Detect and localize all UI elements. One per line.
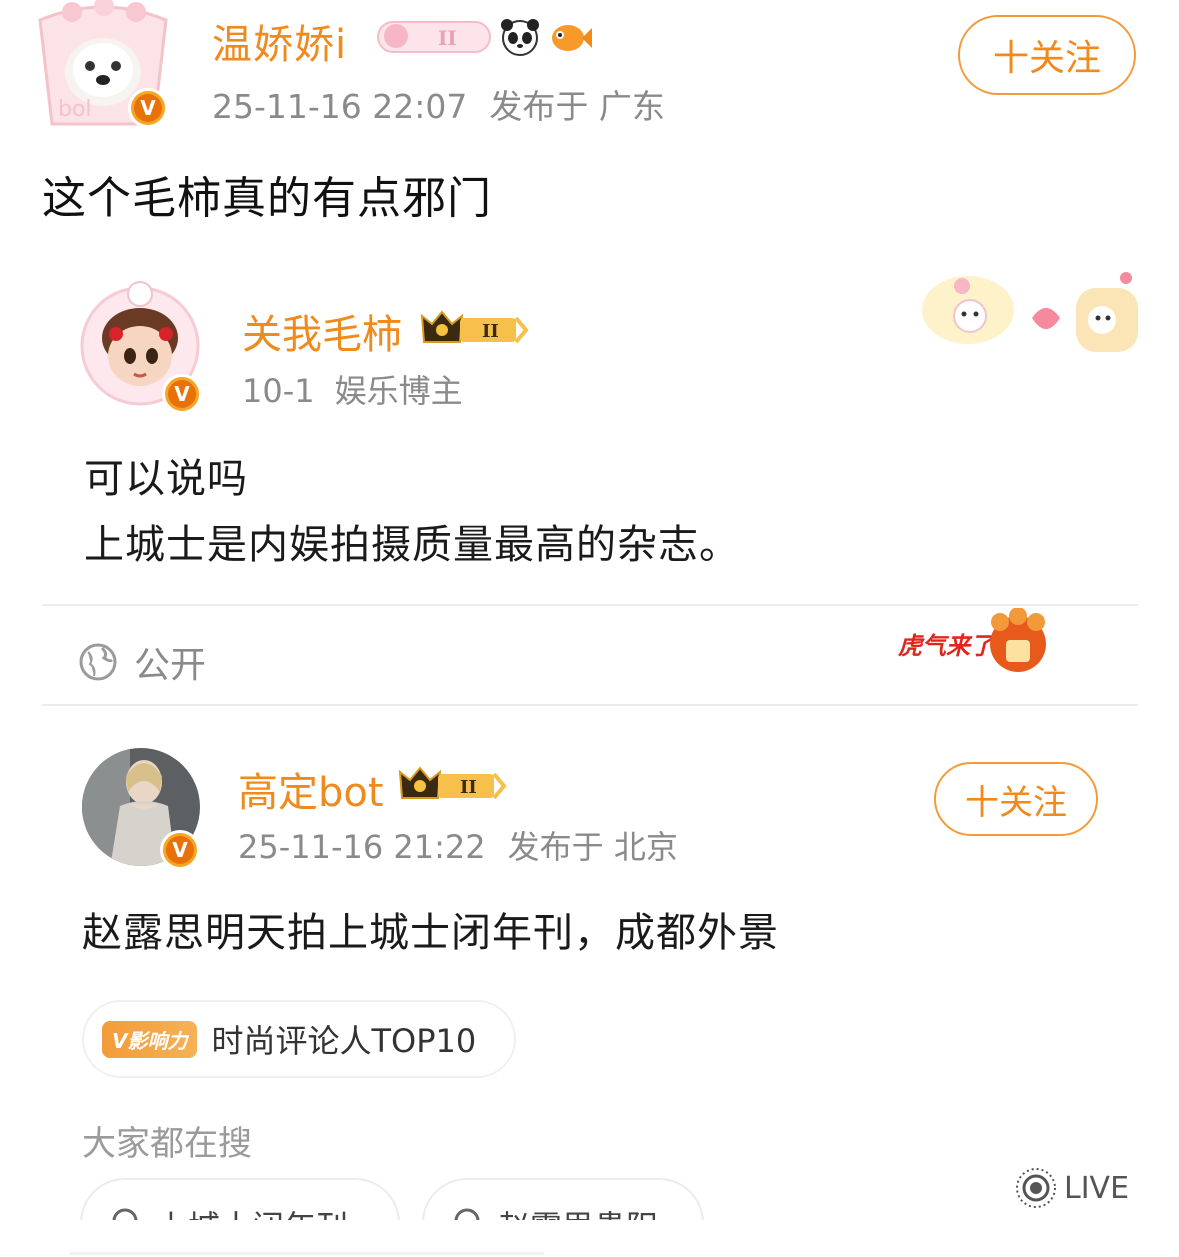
repost-1-verified-icon: V xyxy=(162,374,202,414)
repost-2-location: 发布于 北京 xyxy=(507,828,678,866)
live-photo-indicator[interactable]: LIVE xyxy=(1014,1166,1129,1210)
profile-decoration-icon xyxy=(916,268,1138,356)
svg-text:bol: bol xyxy=(58,97,92,122)
repost-2-author-name[interactable]: 高定bot xyxy=(238,760,384,818)
panda-icon xyxy=(501,19,539,56)
search-chip[interactable]: 上城士闭年刊 xyxy=(80,1178,400,1220)
search-chip[interactable]: 赵露思贵阳 xyxy=(422,1178,704,1220)
repost-1-author-name[interactable]: 关我毛柿 xyxy=(242,302,402,360)
repost-2-meta: 25-11-16 21:22 发布于 北京 xyxy=(238,822,678,868)
repost-1-tag: 娱乐博主 xyxy=(334,372,463,410)
post-location: 发布于 广东 xyxy=(489,87,665,126)
goldfish-icon xyxy=(552,25,592,51)
live-label: LIVE xyxy=(1064,1170,1130,1206)
level-badge-text: II xyxy=(482,321,499,342)
influence-tag: V影响力 xyxy=(102,1020,198,1058)
visibility-status: 公开 xyxy=(78,636,206,688)
repost-2-level-badge: II xyxy=(398,762,508,808)
repost-2-date: 25-11-16 21:22 xyxy=(238,828,486,866)
divider xyxy=(42,704,1138,706)
influence-text: 时尚评论人TOP10 xyxy=(211,1022,477,1060)
repost-1-text-line: 可以说吗 xyxy=(84,456,248,502)
level-badge-text: II xyxy=(460,777,477,798)
repost-1-text-line: 上城士是内娱拍摄质量最高的杂志。 xyxy=(84,522,740,568)
tiger-sticker: 虎气来了 xyxy=(896,607,1052,678)
search-chip-label: 上城士闭年刊 xyxy=(156,1202,348,1220)
svg-text:II: II xyxy=(438,26,457,50)
author-decorations: II xyxy=(376,16,592,56)
search-icon xyxy=(112,1208,138,1220)
verified-badge-icon: V xyxy=(128,88,168,128)
fan-badge-icon: II xyxy=(377,21,491,53)
divider xyxy=(42,604,1138,606)
follow-label: 十关注 xyxy=(965,782,1067,823)
search-chip-label: 赵露思贵阳 xyxy=(498,1202,658,1220)
repost-1-text: 可以说吗 上城士是内娱拍摄质量最高的杂志。 xyxy=(84,446,740,578)
follow-label: 十关注 xyxy=(992,38,1101,79)
follow-button[interactable]: 十关注 xyxy=(958,15,1136,95)
repost-1-level-badge: II xyxy=(420,306,530,352)
visibility-label: 公开 xyxy=(134,645,207,686)
repost-1-meta: 10-1 娱乐博主 xyxy=(242,366,463,412)
repost-2-text: 赵露思明天拍上城士闭年刊，成都外景 xyxy=(82,910,779,956)
trending-search-chips: 上城士闭年刊 赵露思贵阳 xyxy=(70,1172,730,1220)
globe-icon xyxy=(79,643,117,681)
post-text: 这个毛柿真的有点邪门 xyxy=(42,173,492,224)
repost-2-verified-icon: V xyxy=(160,830,200,870)
search-icon xyxy=(454,1208,480,1220)
sticker-text: 虎气来了 xyxy=(898,632,997,660)
live-photo-icon xyxy=(1016,1168,1056,1208)
repost-2-follow-button[interactable]: 十关注 xyxy=(934,762,1098,836)
post-date: 25-11-16 22:07 xyxy=(212,87,468,126)
influence-badge[interactable]: V影响力 时尚评论人TOP10 xyxy=(82,1000,516,1078)
author-name[interactable]: 温娇娇i xyxy=(212,12,347,70)
trending-search-title: 大家都在搜 xyxy=(82,1124,252,1164)
post-meta: 25-11-16 22:07 发布于 广东 xyxy=(212,80,665,128)
bottom-divider xyxy=(70,1252,544,1255)
repost-1-date: 10-1 xyxy=(242,372,315,410)
